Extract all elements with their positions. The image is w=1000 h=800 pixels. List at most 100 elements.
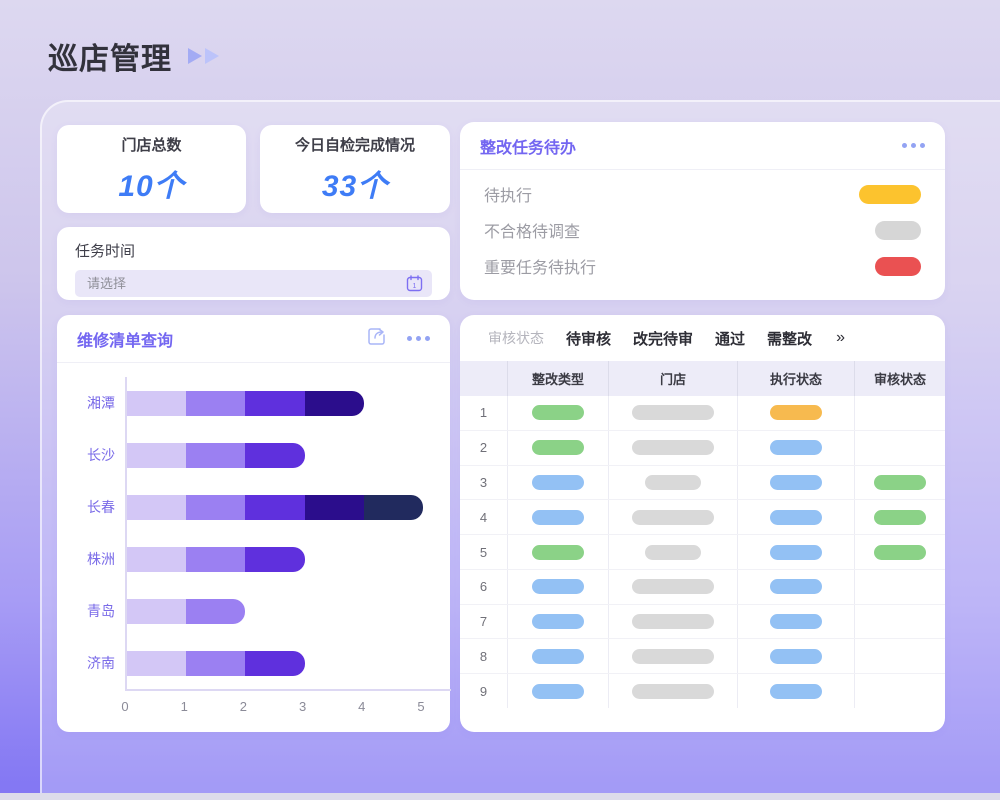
bar-segment: [127, 599, 186, 624]
table-cell: [855, 396, 945, 430]
category-label: 青岛: [75, 601, 115, 621]
tab-改完待审[interactable]: 改完待审: [633, 328, 693, 349]
cell-pill: [874, 545, 926, 560]
todo-label: 不合格待调查: [484, 218, 580, 242]
cell-pill: [770, 405, 822, 420]
table-header-cell: 门店: [609, 361, 738, 396]
stat-label: 门店总数: [121, 134, 181, 155]
double-play-icon: [186, 46, 224, 66]
stacked-bar-chart: 湘潭长沙长春株洲青岛济南 012345: [75, 377, 435, 721]
cell-pill: [632, 649, 714, 664]
table-header-cell: 审核状态: [855, 361, 945, 396]
table-row[interactable]: 1: [460, 396, 945, 431]
table-row[interactable]: 6: [460, 570, 945, 605]
category-label: 济南: [75, 653, 115, 673]
table-header: 整改类型门店执行状态审核状态: [460, 361, 945, 396]
cell-pill: [645, 475, 701, 490]
chart-row: 长春: [75, 481, 435, 533]
calendar-icon[interactable]: 1: [406, 275, 423, 292]
ellipsis-icon[interactable]: [902, 143, 925, 148]
row-number: 8: [460, 639, 508, 673]
row-number: 4: [460, 500, 508, 534]
cell-pill: [874, 475, 926, 490]
cell-pill: [532, 475, 584, 490]
table-cell: [738, 396, 855, 430]
bar-segment: [186, 599, 245, 624]
table-header-cell: [460, 361, 508, 396]
table-cell: [609, 500, 738, 534]
cell-pill: [532, 579, 584, 594]
table-row[interactable]: 4: [460, 500, 945, 535]
table-body: 123456789: [460, 396, 945, 708]
page-title: 巡店管理: [48, 34, 172, 78]
tab-通过[interactable]: 通过: [715, 328, 745, 349]
todo-item: 重要任务待执行: [484, 248, 921, 284]
bar-segment: [127, 651, 186, 676]
row-number: 3: [460, 466, 508, 500]
chart-row: 湘潭: [75, 377, 435, 429]
cell-pill: [532, 510, 584, 525]
table-cell: [738, 466, 855, 500]
cell-pill: [770, 649, 822, 664]
category-label: 株洲: [75, 549, 115, 569]
stacked-bar: [127, 391, 364, 416]
table-cell: [738, 639, 855, 673]
row-number: 7: [460, 605, 508, 639]
svg-text:1: 1: [413, 283, 417, 290]
axis-tick-label: 3: [299, 699, 306, 714]
bar-segment: [127, 443, 186, 468]
table-cell: [609, 570, 738, 604]
bar-segment: [245, 651, 304, 676]
share-icon[interactable]: [366, 326, 387, 352]
row-number: 6: [460, 570, 508, 604]
table-row[interactable]: 5: [460, 535, 945, 570]
status-pill: [875, 257, 921, 276]
table-cell: [609, 674, 738, 708]
table-row[interactable]: 2: [460, 431, 945, 466]
stat-card-self-check: 今日自检完成情况 33个: [260, 125, 450, 213]
table-row[interactable]: 8: [460, 639, 945, 674]
table-cell: [855, 500, 945, 534]
table-cell: [855, 639, 945, 673]
task-time-input[interactable]: [75, 270, 432, 297]
cell-pill: [532, 614, 584, 629]
filter-label: 审核状态: [488, 328, 544, 348]
chart-row: 长沙: [75, 429, 435, 481]
stat-value: 10个: [118, 161, 184, 205]
table-header-cell: 整改类型: [508, 361, 609, 396]
bar-segment: [186, 651, 245, 676]
cell-pill: [632, 405, 714, 420]
tab-需整改[interactable]: 需整改: [767, 328, 812, 349]
table-row[interactable]: 7: [460, 605, 945, 640]
card-title: 维修清单查询: [77, 327, 173, 351]
stacked-bar: [127, 651, 305, 676]
bar-segment: [364, 495, 423, 520]
tab-bar: 审核状态 待审核 改完待审 通过 需整改 »: [460, 315, 945, 361]
bar-segment: [186, 495, 245, 520]
tab-待审核[interactable]: 待审核: [566, 328, 611, 349]
tabs-more-chevron[interactable]: »: [836, 329, 845, 347]
todo-list: 待执行不合格待调查重要任务待执行: [460, 170, 945, 284]
bar-segment: [127, 391, 186, 416]
table-cell: [508, 431, 609, 465]
ellipsis-icon[interactable]: [407, 336, 430, 341]
status-pill: [875, 221, 921, 240]
todo-card: 整改任务待办 待执行不合格待调查重要任务待执行: [460, 122, 945, 300]
table-header-cell: 执行状态: [738, 361, 855, 396]
axis-tick-label: 4: [358, 699, 365, 714]
table-cell: [855, 535, 945, 569]
table-cell: [738, 500, 855, 534]
table-cell: [609, 466, 738, 500]
table-row[interactable]: 3: [460, 466, 945, 501]
cell-pill: [770, 440, 822, 455]
card-title: 整改任务待办: [480, 134, 576, 158]
bar-segment: [186, 391, 245, 416]
stacked-bar: [127, 495, 423, 520]
table-cell: [855, 431, 945, 465]
page-header: 巡店管理: [48, 34, 224, 78]
table-cell: [508, 605, 609, 639]
table-row[interactable]: 9: [460, 674, 945, 708]
table-cell: [855, 674, 945, 708]
axis-tick-label: 1: [181, 699, 188, 714]
row-number: 1: [460, 396, 508, 430]
